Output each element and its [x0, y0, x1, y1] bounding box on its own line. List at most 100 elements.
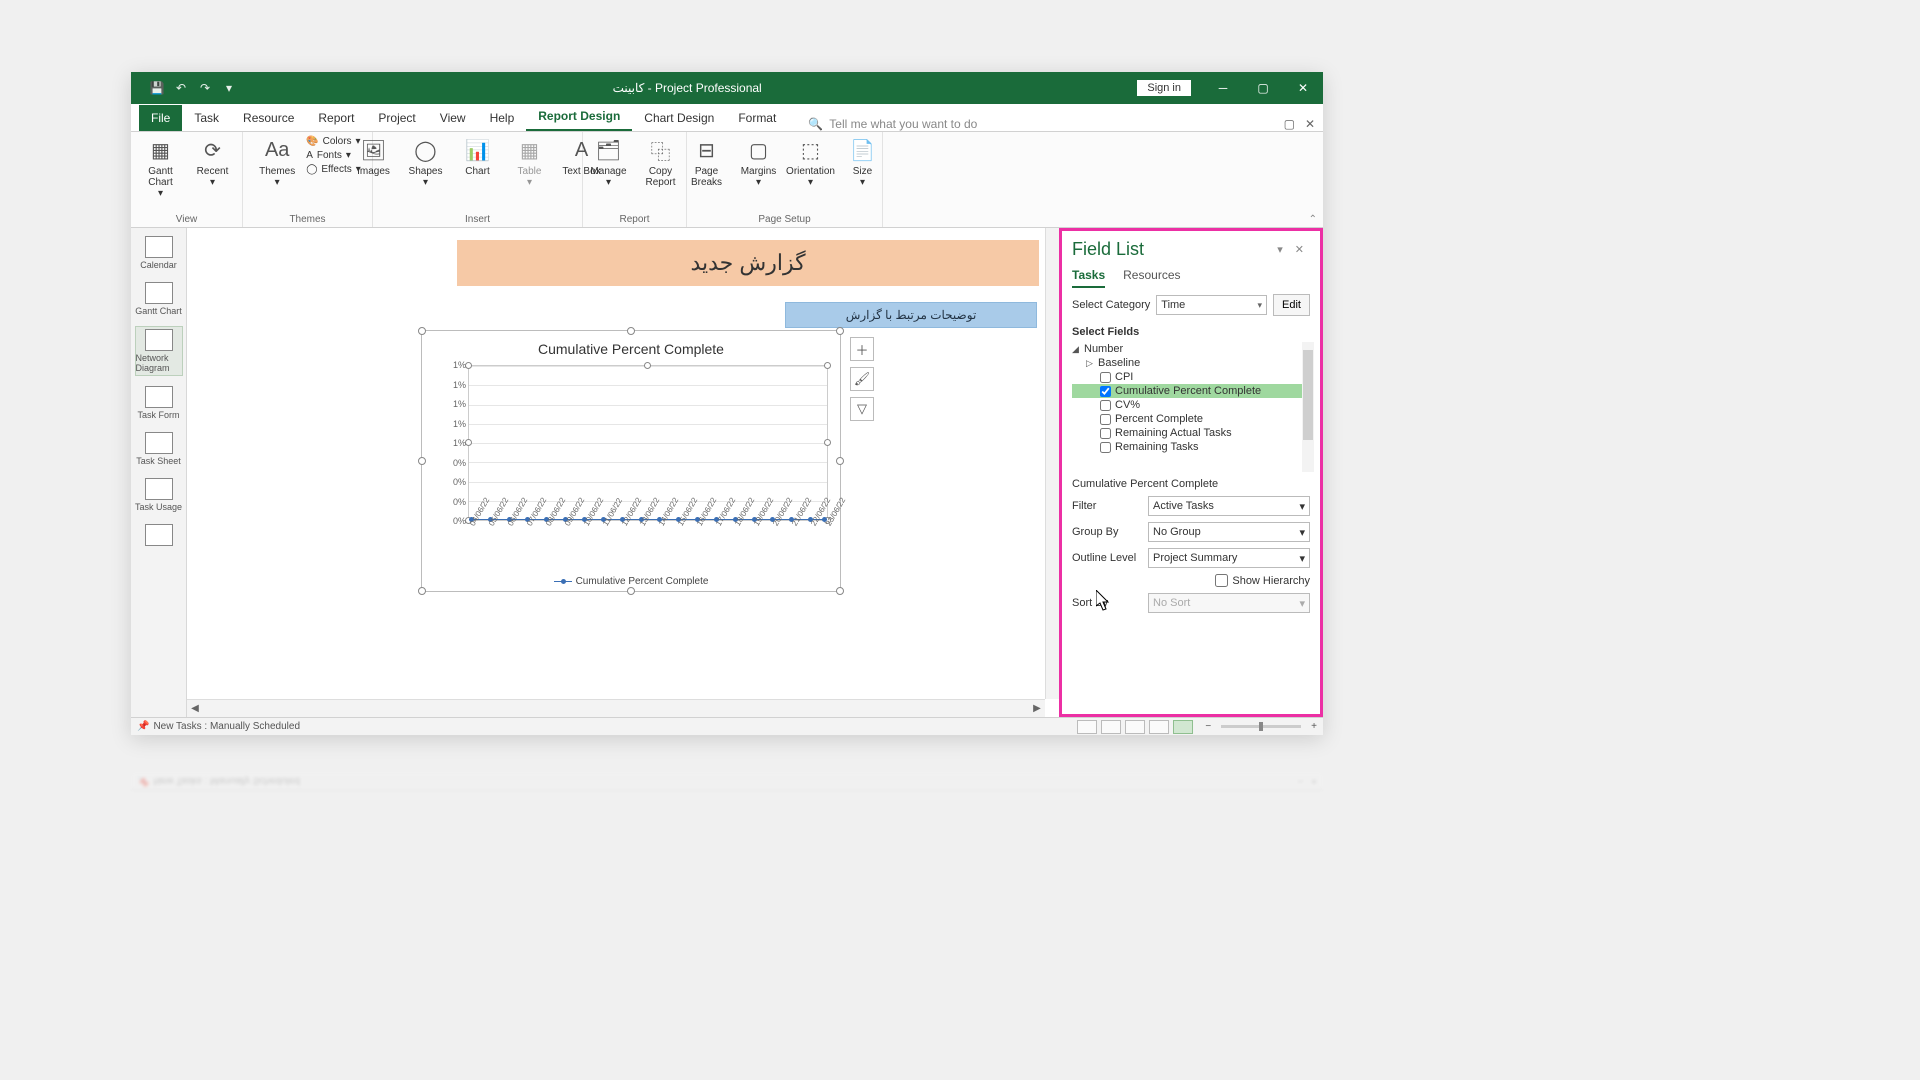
- minimize-button[interactable]: ─: [1203, 72, 1243, 104]
- select-category-dropdown[interactable]: Time▾: [1156, 295, 1267, 315]
- tree-item-cv-percent[interactable]: CV%: [1072, 398, 1314, 412]
- recent-button[interactable]: ⟳ Recent▾: [190, 136, 236, 188]
- images-button[interactable]: 🖼Images: [351, 136, 397, 177]
- view-btn-3[interactable]: [1125, 720, 1145, 734]
- page-breaks-button[interactable]: ⊟Page Breaks: [684, 136, 730, 188]
- zoom-in-icon[interactable]: +: [1311, 721, 1317, 732]
- tab-report-design[interactable]: Report Design: [526, 103, 632, 131]
- manage-icon: 🗂: [595, 136, 623, 164]
- margins-button[interactable]: ▢Margins▾: [736, 136, 782, 188]
- filter-label: Filter: [1072, 500, 1142, 512]
- chart-legend[interactable]: Cumulative Percent Complete: [422, 576, 840, 587]
- sidebar-gantt-chart[interactable]: Gantt Chart: [135, 280, 183, 318]
- tree-group-baseline[interactable]: ▷Baseline: [1072, 356, 1314, 370]
- close-button[interactable]: ✕: [1283, 72, 1323, 104]
- themes-icon: Aa: [263, 136, 291, 164]
- zoom-slider[interactable]: [1221, 725, 1301, 728]
- view-btn-2[interactable]: [1101, 720, 1121, 734]
- gantt-icon: [145, 282, 173, 304]
- view-btn-1[interactable]: [1077, 720, 1097, 734]
- field-tree[interactable]: ◢Number ▷Baseline CPI Cumulative Percent…: [1072, 342, 1314, 472]
- field-list-pane: Field List ▾ ✕ Tasks Resources Select Ca…: [1059, 228, 1323, 717]
- maximize-button[interactable]: ▢: [1243, 72, 1283, 104]
- chart-object[interactable]: ＋ 🖌 ▽ Cumulative Percent Complete 1% 1% …: [421, 330, 841, 592]
- qat-more-icon[interactable]: ▾: [221, 80, 237, 96]
- copy-report-button[interactable]: ⿻Copy Report: [638, 136, 684, 188]
- chart-filter-icon[interactable]: ▽: [850, 397, 874, 421]
- collapse-ribbon-icon[interactable]: ⌃: [1309, 214, 1317, 225]
- tab-file[interactable]: File: [139, 105, 182, 131]
- tab-help[interactable]: Help: [478, 105, 527, 131]
- gantt-chart-button[interactable]: ▦ Gantt Chart▾: [138, 136, 184, 199]
- sidebar-more[interactable]: [135, 522, 183, 548]
- groupby-dropdown[interactable]: No Group▾: [1148, 522, 1310, 542]
- edit-button[interactable]: Edit: [1273, 294, 1310, 316]
- signin-button[interactable]: Sign in: [1137, 80, 1191, 96]
- recent-icon: ⟳: [199, 136, 227, 164]
- scroll-left-icon[interactable]: ◀: [187, 703, 203, 714]
- pane-options-icon[interactable]: ▾: [1271, 243, 1289, 256]
- tell-me-search[interactable]: 🔍 Tell me what you want to do: [808, 117, 977, 131]
- orientation-icon: ⬚: [797, 136, 825, 164]
- work-area: Calendar Gantt Chart Network Diagram Tas…: [131, 228, 1323, 717]
- view-btn-4[interactable]: [1149, 720, 1169, 734]
- ribbon-display-button[interactable]: ▢: [1284, 117, 1295, 131]
- field-list-title: Field List: [1072, 239, 1271, 260]
- chart-button[interactable]: 📊Chart: [455, 136, 501, 177]
- save-icon[interactable]: 💾: [149, 80, 165, 96]
- task-form-icon: [145, 386, 173, 408]
- shapes-button[interactable]: ◯Shapes▾: [403, 136, 449, 188]
- chart-title[interactable]: Cumulative Percent Complete: [422, 341, 840, 357]
- tab-task[interactable]: Task: [182, 105, 231, 131]
- canvas-h-scrollbar[interactable]: ◀ ▶: [187, 699, 1045, 717]
- tree-scrollbar[interactable]: [1302, 342, 1314, 472]
- show-hierarchy-checkbox[interactable]: [1215, 574, 1228, 587]
- fieldlist-tab-tasks[interactable]: Tasks: [1072, 268, 1105, 288]
- tab-report[interactable]: Report: [306, 105, 366, 131]
- pin-icon[interactable]: 📌: [137, 721, 149, 732]
- report-canvas[interactable]: گزارش جدید توضیحات مرتبط با گزارش ＋ 🖌 ▽ …: [187, 228, 1059, 717]
- undo-icon[interactable]: ↶: [173, 80, 189, 96]
- zoom-out-icon[interactable]: −: [1205, 721, 1211, 732]
- report-title-box[interactable]: گزارش جدید: [457, 240, 1039, 286]
- fieldlist-tab-resources[interactable]: Resources: [1123, 268, 1180, 288]
- status-new-tasks[interactable]: New Tasks : Manually Scheduled: [153, 721, 300, 732]
- view-btn-5[interactable]: [1173, 720, 1193, 734]
- tree-item-remaining-actual-tasks[interactable]: Remaining Actual Tasks: [1072, 426, 1314, 440]
- ribbon-tabs: File Task Resource Report Project View H…: [131, 104, 1323, 132]
- margins-icon: ▢: [745, 136, 773, 164]
- tree-item-percent-complete[interactable]: Percent Complete: [1072, 412, 1314, 426]
- size-button[interactable]: 📄Size▾: [840, 136, 886, 188]
- pane-close-icon[interactable]: ✕: [1289, 243, 1310, 256]
- redo-icon[interactable]: ↷: [197, 80, 213, 96]
- ribbon-close-button[interactable]: ✕: [1305, 117, 1315, 131]
- tree-item-remaining-tasks[interactable]: Remaining Tasks: [1072, 440, 1314, 454]
- table-button[interactable]: ▦Table▾: [507, 136, 553, 188]
- filter-dropdown[interactable]: Active Tasks▾: [1148, 496, 1310, 516]
- canvas-v-scrollbar[interactable]: [1045, 228, 1059, 699]
- manage-button[interactable]: 🗂Manage▾: [586, 136, 632, 188]
- tree-item-cpi[interactable]: CPI: [1072, 370, 1314, 384]
- tree-item-cumulative-percent-complete[interactable]: Cumulative Percent Complete: [1072, 384, 1314, 398]
- tree-group-number[interactable]: ◢Number: [1072, 342, 1314, 356]
- tab-project[interactable]: Project: [366, 105, 427, 131]
- chart-elements-icon[interactable]: ＋: [850, 337, 874, 361]
- sidebar-task-sheet[interactable]: Task Sheet: [135, 430, 183, 468]
- page-breaks-icon: ⊟: [693, 136, 721, 164]
- status-bar: 📌 New Tasks : Manually Scheduled − +: [131, 717, 1323, 735]
- window-title: کابینت - Project Professional: [237, 81, 1137, 95]
- report-subtitle-box[interactable]: توضیحات مرتبط با گزارش: [785, 302, 1037, 328]
- sidebar-network-diagram[interactable]: Network Diagram: [135, 326, 183, 376]
- sidebar-calendar[interactable]: Calendar: [135, 234, 183, 272]
- sidebar-task-usage[interactable]: Task Usage: [135, 476, 183, 514]
- tab-format[interactable]: Format: [726, 105, 788, 131]
- scroll-right-icon[interactable]: ▶: [1029, 703, 1045, 714]
- tab-resource[interactable]: Resource: [231, 105, 306, 131]
- chart-styles-icon[interactable]: 🖌: [850, 367, 874, 391]
- orientation-button[interactable]: ⬚Orientation▾: [788, 136, 834, 188]
- tab-view[interactable]: View: [428, 105, 478, 131]
- sidebar-task-form[interactable]: Task Form: [135, 384, 183, 422]
- themes-button[interactable]: Aa Themes▾: [254, 136, 300, 188]
- tab-chart-design[interactable]: Chart Design: [632, 105, 726, 131]
- outline-level-dropdown[interactable]: Project Summary▾: [1148, 548, 1310, 568]
